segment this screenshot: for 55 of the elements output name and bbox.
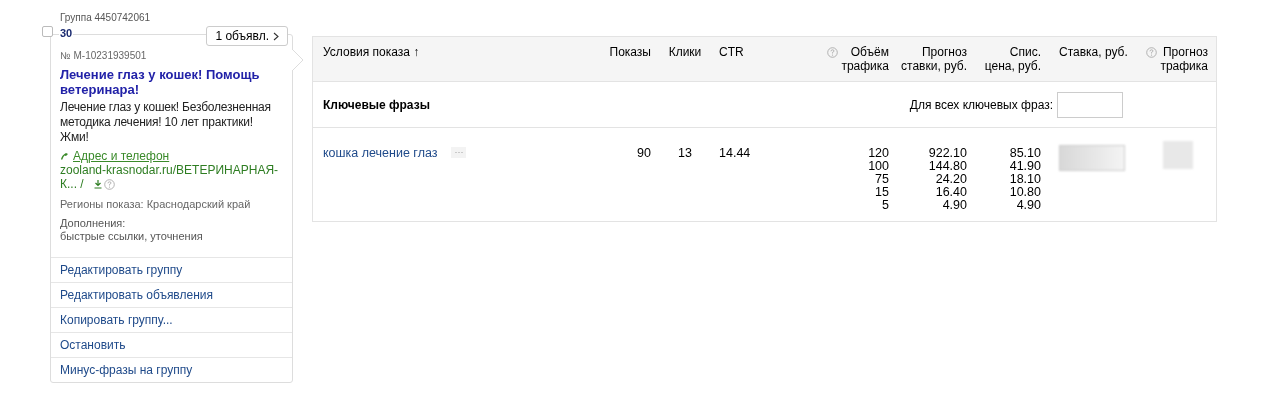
column-header[interactable]: Объём трафика: [841, 45, 889, 73]
additions-label: Дополнения:: [60, 217, 127, 230]
group-count: 30: [59, 26, 74, 40]
ad-text: Лечение глаз у кошек! Безболезненная методика лечения! 10 лет практики! Жми!: [60, 100, 272, 145]
value-cell-text: 922.10: [927, 147, 967, 160]
menu-item[interactable]: Остановить: [51, 332, 292, 357]
value-cell-text: 100: [867, 160, 889, 173]
value-cell-text: 120: [867, 147, 889, 160]
value-cell-text: 85.10: [1008, 147, 1041, 160]
column-header[interactable]: Прогноз трафика: [1160, 45, 1208, 73]
help-icon[interactable]: [1146, 47, 1158, 58]
ads-button[interactable]: 1 объявл.: [206, 26, 288, 46]
checkbox[interactable]: [42, 26, 53, 37]
column-header[interactable]: Условия показа ↑: [323, 45, 420, 59]
shows-cell-text: 90: [636, 147, 651, 162]
ctr-cell-text: 14.44: [719, 147, 752, 162]
help-icon[interactable]: [104, 179, 115, 190]
ad-url[interactable]: zooland-krasnodar.ru/ВЕТЕРИНАРНАЯ-К... /: [60, 163, 279, 191]
value-cell-text: 15: [874, 186, 889, 199]
phrase-link[interactable]: кошка лечение глаз: [323, 147, 438, 160]
menu-item[interactable]: Копировать группу...: [51, 307, 292, 332]
value-cell-text: 10.80: [1008, 186, 1041, 199]
help-icon[interactable]: [827, 47, 839, 58]
blurred-bid-field: [1059, 145, 1125, 171]
all-phrases-label: Для всех ключевых фраз:: [909, 96, 1053, 114]
contact-link[interactable]: Адрес и телефон: [73, 149, 170, 163]
bid-input[interactable]: [1057, 91, 1123, 118]
value-cell-text: 16.40: [934, 186, 967, 199]
column-header[interactable]: Прогноз ставки, руб.: [901, 45, 967, 73]
group-id: Группа 4450742061: [60, 12, 152, 24]
section-title: Ключевые фразы: [323, 96, 430, 114]
menu-item[interactable]: Редактировать группу: [51, 257, 292, 282]
chevron-icon: [273, 31, 279, 41]
phone-icon: [60, 151, 69, 161]
column-header[interactable]: CTR: [719, 45, 744, 59]
ad-title[interactable]: Лечение глаз у кошек! Помощь ветеринара!: [60, 67, 283, 97]
menu-item[interactable]: Редактировать объявления: [51, 282, 292, 307]
additions-text: быстрые ссылки, уточнения: [60, 230, 204, 243]
column-header[interactable]: Клики: [668, 45, 702, 59]
column-header[interactable]: Спис. цена, руб.: [984, 45, 1041, 73]
regions-text: Регионы показа: Краснодарский край: [60, 197, 252, 211]
value-cell-text: 24.20: [934, 173, 967, 186]
value-cell-text: 4.90: [1015, 199, 1041, 212]
value-cell-text: 4.90: [941, 199, 967, 212]
value-cell-text: 75: [874, 173, 889, 186]
download-icon: [94, 180, 102, 189]
column-header[interactable]: Ставка, руб.: [1059, 45, 1128, 59]
value-cell-text: 41.90: [1008, 160, 1041, 173]
column-header[interactable]: Показы: [609, 45, 651, 59]
ad-number: № M-10231939501: [60, 49, 148, 63]
clicks-cell-text: 13: [677, 147, 693, 162]
menu-item[interactable]: Минус-фразы на группу: [51, 357, 292, 382]
value-cell-text: 5: [881, 199, 889, 212]
value-cell-text: 144.80: [927, 160, 967, 173]
value-cell-text: 18.10: [1008, 173, 1041, 186]
